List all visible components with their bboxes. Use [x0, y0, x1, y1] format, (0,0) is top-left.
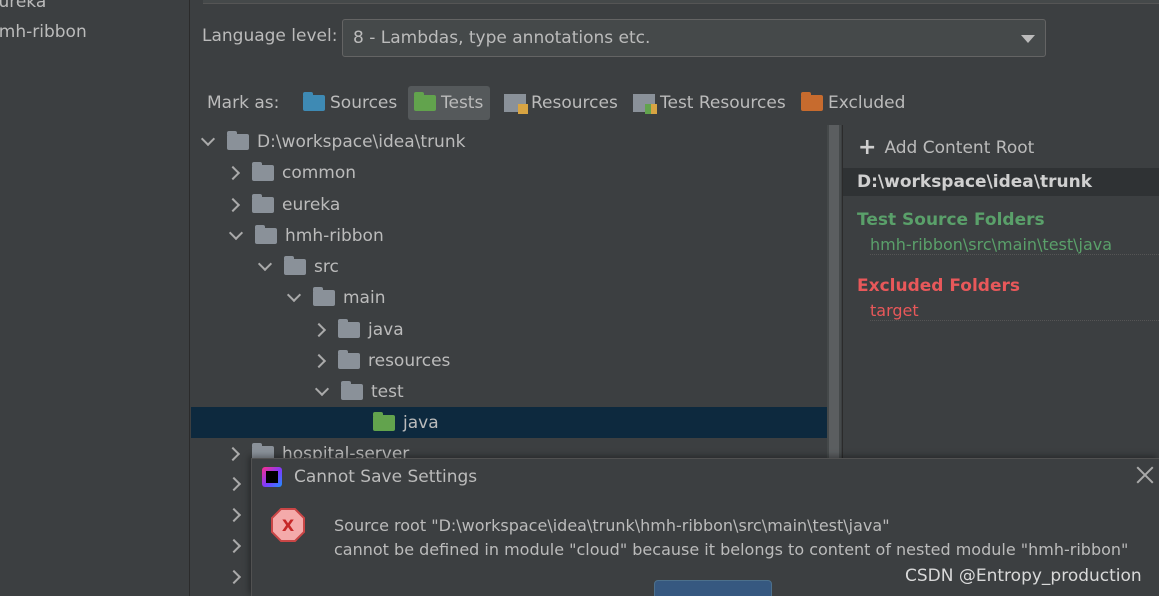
tree-row-label: java: [403, 412, 439, 433]
dialog-message-line2: cannot be defined in module "cloud" beca…: [334, 540, 1129, 559]
tests-folder-icon: [414, 92, 436, 111]
mark-test-resources-button[interactable]: Test Resources: [627, 86, 792, 120]
dialog-message-line1: Source root "D:\workspace\idea\trunk\hmh…: [334, 516, 890, 535]
dialog-title: Cannot Save Settings: [294, 467, 478, 487]
tree-row-label: eureka: [282, 194, 341, 215]
tree-row-label: test: [371, 381, 404, 402]
chevron-down-icon[interactable]: [200, 131, 216, 146]
folder-icon: [313, 286, 335, 306]
sources-folder-icon: [303, 92, 325, 111]
mark-as-label: Mark as:: [207, 93, 280, 113]
error-icon-glyph: X: [282, 516, 295, 535]
tree-row-test[interactable]: test: [191, 376, 827, 407]
mark-excluded-button[interactable]: Excluded: [795, 86, 911, 120]
tree-row-label: java: [368, 319, 404, 340]
test-source-folders-heading: Test Source Folders: [857, 210, 1045, 230]
mark-sources-button[interactable]: Sources: [297, 86, 403, 120]
tree-row-hmh-ribbon[interactable]: hmh-ribbon: [191, 220, 827, 251]
chevron-right-icon[interactable]: [226, 538, 242, 554]
content-root-path[interactable]: D:\workspace\idea\trunk: [843, 168, 1159, 196]
language-level-label: Language level:: [202, 26, 338, 46]
dropdown-arrow-icon: [1021, 35, 1035, 43]
content-root-tree[interactable]: D:\workspace\idea\trunk common eureka hm…: [191, 125, 841, 464]
tree-row-label: hmh-ribbon: [285, 225, 384, 246]
folder-icon: [338, 318, 360, 338]
excluded-folders-heading: Excluded Folders: [857, 276, 1021, 296]
language-level-select[interactable]: 8 - Lambdas, type annotations etc.: [342, 19, 1046, 57]
mark-excluded-label: Excluded: [828, 93, 906, 113]
chevron-down-icon[interactable]: [314, 381, 330, 396]
excluded-folder-path[interactable]: target: [870, 301, 1159, 321]
excluded-folder-icon: [801, 92, 823, 111]
tree-row-main-java[interactable]: java: [191, 314, 827, 345]
chevron-right-icon[interactable]: [225, 197, 241, 212]
add-content-root-label: Add Content Root: [884, 138, 1035, 158]
folder-icon: [255, 224, 277, 244]
folder-icon: [338, 349, 360, 369]
tree-row-label: D:\workspace\idea\trunk: [257, 131, 466, 152]
tree-row-test-java[interactable]: java: [191, 407, 841, 438]
mark-sources-label: Sources: [330, 93, 398, 113]
watermark-text: CSDN @Entropy_production: [905, 566, 1142, 586]
test-resources-folder-icon: [633, 94, 657, 114]
chevron-right-icon[interactable]: [311, 322, 327, 337]
tree-row-common[interactable]: common: [191, 157, 827, 188]
language-level-value: 8 - Lambdas, type annotations etc.: [353, 28, 651, 48]
module-item-hmh-ribbon[interactable]: hmh-ribbon: [0, 22, 87, 42]
dialog-ok-button[interactable]: [654, 580, 772, 596]
tree-row-label: src: [314, 256, 339, 277]
chevron-down-icon[interactable]: [257, 256, 273, 271]
intellij-logo-icon: [262, 467, 282, 487]
mark-test-resources-label: Test Resources: [660, 93, 786, 113]
chevron-down-icon[interactable]: [286, 287, 302, 302]
top-tab-strip: [203, 0, 1159, 4]
tree-row-label: common: [282, 162, 357, 183]
chevron-right-icon[interactable]: [226, 569, 242, 585]
plus-icon: +: [858, 135, 877, 160]
folder-icon: [341, 380, 363, 400]
chevron-right-icon[interactable]: [311, 353, 327, 368]
add-content-root-button[interactable]: + Add Content Root: [858, 137, 1034, 159]
mark-resources-label: Resources: [531, 93, 618, 113]
tree-row-label: resources: [368, 350, 451, 371]
test-source-folder-path[interactable]: hmh-ribbon\src\main\test\java: [870, 235, 1159, 255]
intellij-logo-mark: [266, 471, 278, 483]
module-list-panel: eureka hmh-ribbon: [0, 0, 190, 596]
error-icon: X: [271, 508, 305, 542]
tree-row-src[interactable]: src: [191, 251, 827, 282]
folder-icon: [284, 255, 306, 275]
chevron-right-icon[interactable]: [226, 476, 242, 492]
tree-row-root[interactable]: D:\workspace\idea\trunk: [191, 126, 827, 157]
mark-resources-button[interactable]: Resources: [498, 86, 624, 120]
chevron-down-icon[interactable]: [228, 225, 244, 240]
module-item-eureka[interactable]: eureka: [0, 0, 46, 12]
folder-icon: [227, 130, 249, 150]
folder-icon: [252, 193, 274, 213]
test-folder-icon: [373, 411, 395, 431]
chevron-right-icon[interactable]: [225, 165, 241, 180]
tree-row-eureka[interactable]: eureka: [191, 189, 827, 220]
tree-row-main[interactable]: main: [191, 282, 827, 313]
chevron-right-icon[interactable]: [226, 507, 242, 523]
tree-row-resources[interactable]: resources: [191, 345, 827, 376]
folder-icon: [252, 161, 274, 181]
tree-row-label: main: [343, 287, 386, 308]
mark-tests-button[interactable]: Tests: [408, 86, 490, 120]
resources-folder-icon: [504, 94, 528, 114]
mark-tests-label: Tests: [441, 93, 484, 113]
close-icon[interactable]: [1134, 464, 1156, 486]
tree-scrollbar[interactable]: [827, 125, 841, 458]
tree-scrollbar-thumb[interactable]: [829, 125, 839, 458]
chevron-right-icon[interactable]: [225, 446, 241, 461]
